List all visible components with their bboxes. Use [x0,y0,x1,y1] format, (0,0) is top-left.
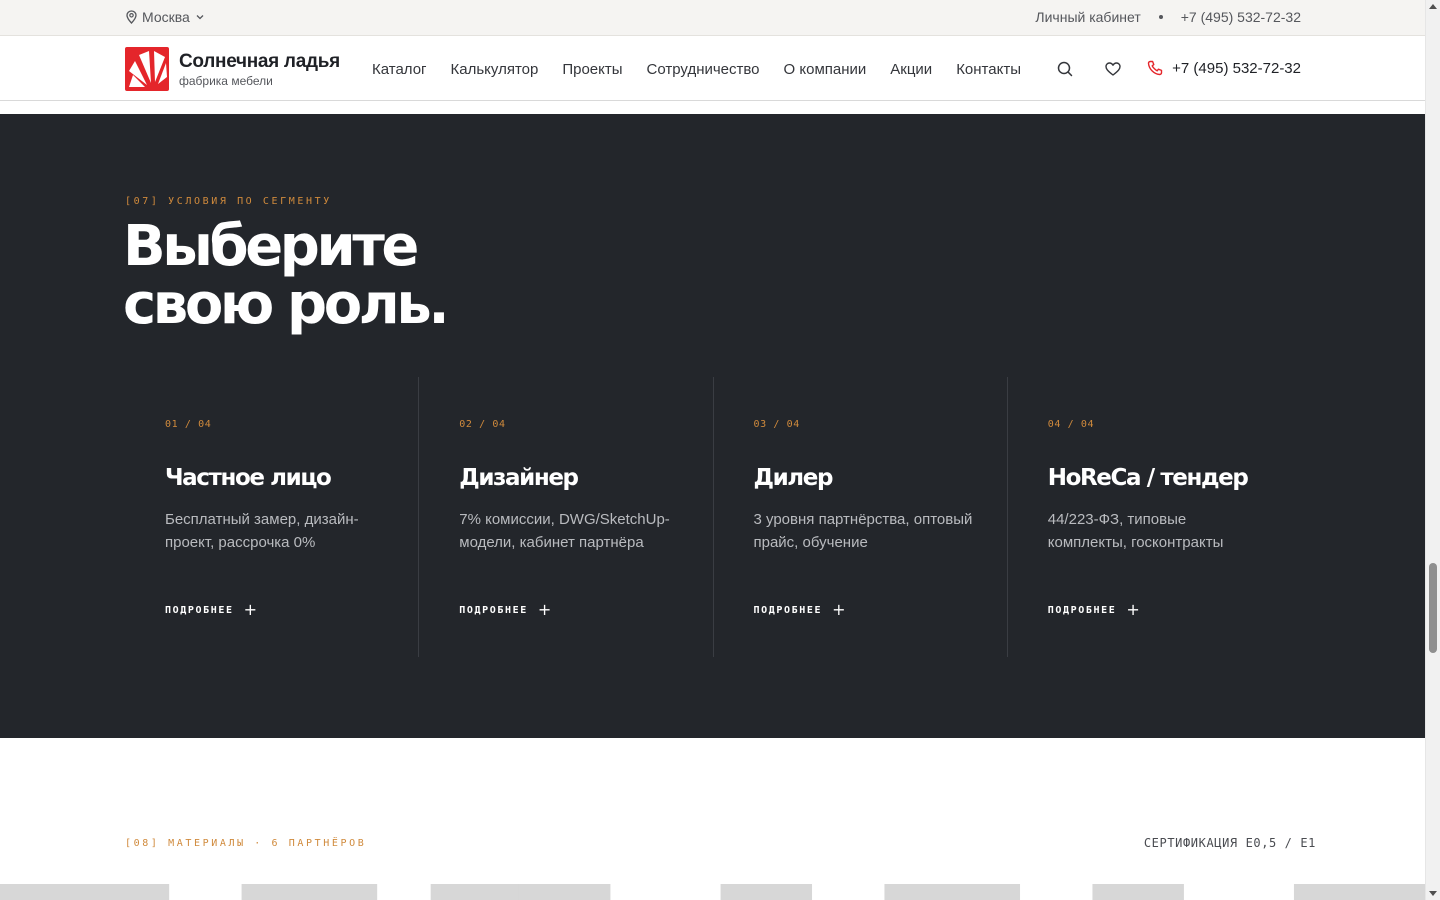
more-label: ПОДРОБНЕЕ [459,604,528,616]
plus-icon: + [832,600,846,619]
top-right-links: Личный кабинет +7 (495) 532-72-32 [1035,9,1301,25]
card-title: Дилер [753,465,834,491]
role-card-designer[interactable]: 02 / 04 Дизайнер 7% комиссии, DWG/Sketch… [418,377,712,657]
more-button[interactable]: ПОДРОБНЕЕ + [165,602,257,618]
search-icon[interactable] [1055,59,1075,79]
account-link[interactable]: Личный кабинет [1035,9,1140,25]
more-label: ПОДРОБНЕЕ [165,604,234,616]
section-title-line1: Выберите [123,214,419,279]
plus-icon: + [537,600,552,619]
partner-logos-strip: ████ ███ ████ ██ ███ ██ ███ [0,884,1425,900]
main-nav: Каталог Калькулятор Проекты Сотрудничест… [372,61,1021,78]
header-phone-number: +7 (495) 532-72-32 [1172,59,1301,77]
card-title: Дизайнер [459,465,579,491]
nav-item-contacts[interactable]: Контакты [956,61,1021,78]
main-header: Солнечная ладья фабрика мебели Каталог К… [0,37,1425,101]
more-label: ПОДРОБНЕЕ [1047,604,1117,616]
header-phone-link[interactable]: +7 (495) 532-72-32 [1146,59,1301,77]
plus-icon: + [1126,600,1140,619]
more-button[interactable]: ПОДРОБНЕЕ + [754,602,846,618]
card-description: 44/223-ФЗ, типовые комплекты, госконтрак… [1047,511,1224,551]
chevron-down-icon [196,15,204,20]
materials-eyebrow: [08] МАТЕРИАЛЫ · 6 ПАРТНЁРОВ [125,838,367,849]
logo[interactable]: Солнечная ладья фабрика мебели [125,47,340,91]
logo-name: Солнечная ладья [179,50,340,72]
card-title: HoReCa / тендер [1047,465,1249,491]
card-number: 02 / 04 [459,419,506,430]
card-number: 01 / 04 [165,419,212,430]
scroll-up-arrow-icon[interactable] [1429,4,1437,9]
role-card-dealer[interactable]: 03 / 04 Дилер 3 уровня партнёрства, опто… [712,377,1007,657]
heart-icon[interactable] [1103,59,1123,79]
sun-logo-icon [125,47,169,91]
separator-dot [1158,15,1163,19]
logo-text: Солнечная ладья фабрика мебели [179,51,340,88]
location-pin-icon [126,10,137,24]
role-card-horeca[interactable]: 04 / 04 HoReCa / тендер 44/223-ФЗ, типов… [1006,377,1301,657]
card-title: Частное лицо [165,465,332,491]
city-selector[interactable]: Москва [125,9,206,25]
section-title: Выберите свою роль. [123,214,450,337]
card-number: 03 / 04 [753,419,800,430]
more-button[interactable]: ПОДРОБНЕЕ + [459,602,551,618]
nav-item-promotions[interactable]: Акции [890,61,932,78]
card-number: 04 / 04 [1047,419,1095,430]
nav-item-calculator[interactable]: Калькулятор [451,61,539,78]
nav-item-cooperation[interactable]: Сотрудничество [647,61,760,78]
phone-icon [1147,60,1163,76]
logo-tagline: фабрика мебели [179,73,273,88]
card-description: Бесплатный замер, дизайн-проект, рассроч… [165,511,359,551]
role-card-private[interactable]: 01 / 04 Частное лицо Бесплатный замер, д… [125,377,418,657]
nav-item-projects[interactable]: Проекты [562,61,622,78]
segment-section: [07] УСЛОВИЯ ПО СЕГМЕНТУ Выберите свою р… [0,114,1425,738]
plus-icon: + [243,600,257,619]
top-phone-link[interactable]: +7 (495) 532-72-32 [1181,9,1301,25]
page-scrollbar[interactable] [1425,0,1440,900]
partner-logos-cropped: ████ ███ ████ ██ ███ ██ ███ [0,884,1425,900]
scroll-down-arrow-icon[interactable] [1429,891,1437,896]
more-button[interactable]: ПОДРОБНЕЕ + [1048,602,1140,618]
nav-item-catalog[interactable]: Каталог [372,61,427,78]
section-title-line2: свою роль. [123,272,450,337]
more-label: ПОДРОБНЕЕ [753,604,823,616]
scrollbar-thumb[interactable] [1429,563,1437,653]
top-bar: Москва Личный кабинет +7 (495) 532-72-32 [0,0,1425,36]
nav-item-about[interactable]: О компании [784,61,867,78]
card-description: 3 уровня партнёрства, оптовый прайс, обу… [753,511,973,551]
certification-label: СЕРТИФИКАЦИЯ E0,5 / E1 [1143,836,1316,850]
role-cards: 01 / 04 Частное лицо Бесплатный замер, д… [125,377,1301,657]
card-description: 7% комиссии, DWG/SketchUp-модели, кабине… [459,511,670,551]
city-label: Москва [142,9,190,25]
section-eyebrow: [07] УСЛОВИЯ ПО СЕГМЕНТУ [125,196,332,207]
